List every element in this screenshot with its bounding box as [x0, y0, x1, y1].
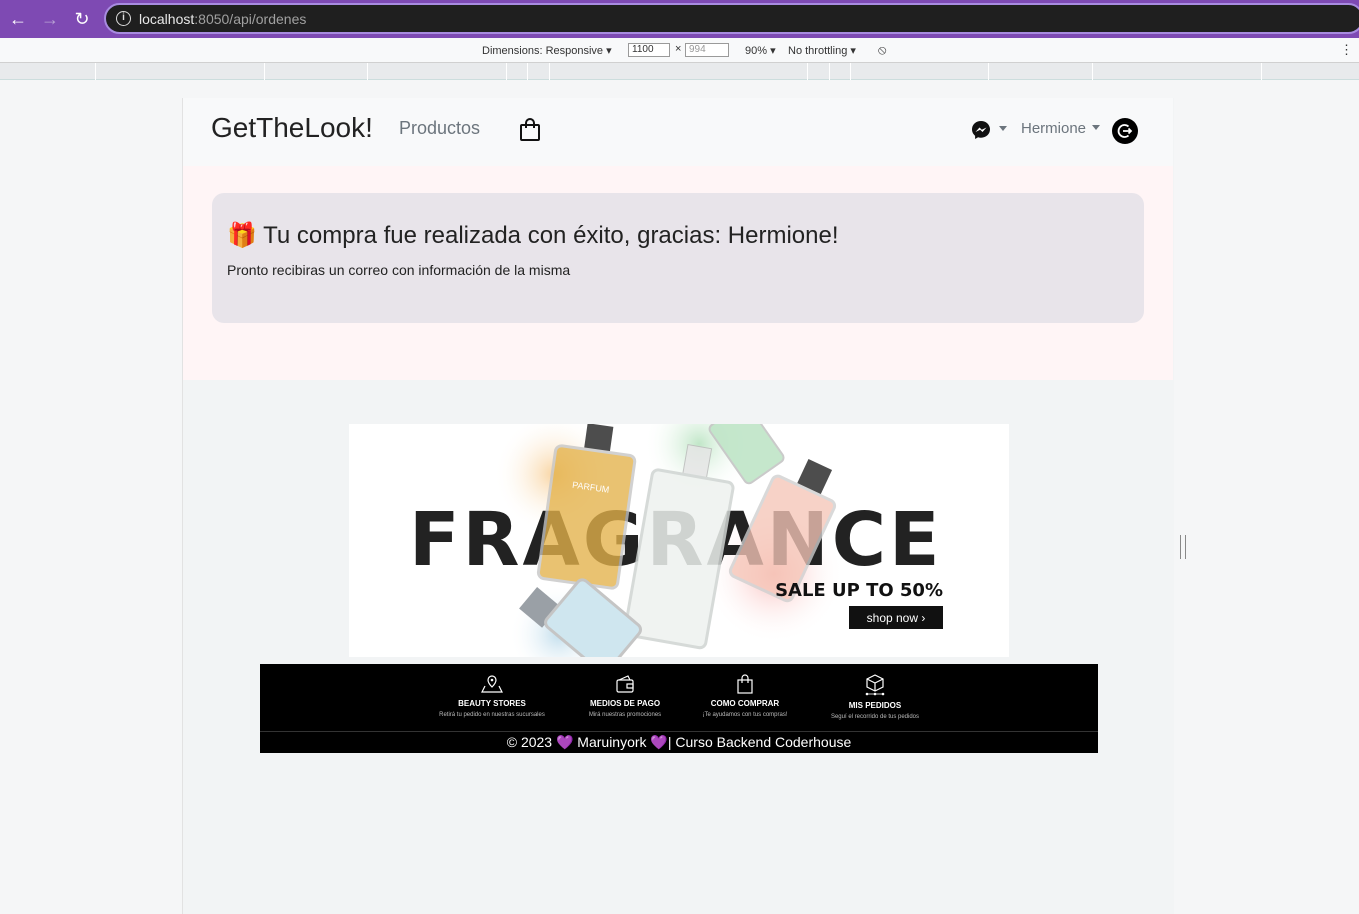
copyright-text: © 2023 💜 Maruinyork 💜| Curso Backend Cod…: [506, 734, 852, 750]
resize-handle[interactable]: [1180, 535, 1186, 559]
throttling-label: No throttling: [788, 45, 848, 57]
reload-icon[interactable]: ↻: [72, 9, 92, 29]
wallet-icon: [616, 675, 634, 693]
shop-now-button[interactable]: shop now ›: [867, 611, 926, 625]
logout-icon[interactable]: [1112, 118, 1138, 144]
fragrance-banner-image: FRAGRANCE PARFUM SALE UP TO 50%: [409, 424, 943, 657]
rotate-icon[interactable]: ⦸: [878, 42, 886, 58]
promo-banner[interactable]: FRAGRANCE PARFUM SALE UP TO 50%: [349, 424, 1009, 657]
url-host: localhost: [139, 11, 195, 27]
alert-title-text: Tu compra fue realizada con éxito, graci…: [263, 222, 839, 249]
times-icon: ×: [675, 43, 682, 55]
feature-mis-pedidos[interactable]: MIS PEDIDOS Seguí el recorrido de tus pe…: [820, 674, 930, 720]
feature-title: BEAUTY STORES: [458, 699, 526, 708]
site-info-icon[interactable]: i: [116, 11, 131, 26]
bag-icon[interactable]: [519, 118, 541, 142]
feature-subtitle: Mirá nuestras promociones: [588, 712, 662, 718]
width-input[interactable]: 1100: [628, 43, 670, 57]
shopping-bag-icon: [737, 674, 753, 694]
address-bar[interactable]: i localhost:8050/api/ordenes: [104, 3, 1359, 34]
feature-subtitle: ¡Te ayudamos con tus compras!: [702, 712, 788, 718]
feature-title: MEDIOS DE PAGO: [589, 699, 661, 708]
device-toolbar: Dimensions: Responsive ▾ 1100 × 994 90% …: [0, 38, 1359, 63]
feature-medios-de-pago[interactable]: MEDIOS DE PAGO Mirá nuestras promociones: [578, 674, 672, 718]
feature-como-comprar[interactable]: COMO COMPRAR ¡Te ayudamos con tus compra…: [692, 674, 798, 718]
success-alert: 🎁 Tu compra fue realizada con éxito, gra…: [212, 193, 1144, 323]
feature-title: COMO COMPRAR: [710, 699, 780, 708]
feature-beauty-stores[interactable]: BEAUTY STORES Retirá tu pedido en nuestr…: [430, 674, 554, 718]
feature-subtitle: Retirá tu pedido en nuestras sucursales: [439, 712, 545, 718]
messenger-dropdown-caret[interactable]: [999, 126, 1007, 131]
user-dropdown[interactable]: Hermione: [1021, 120, 1101, 137]
page: GetTheLook! Productos Hermione 🎁 Tu comp…: [182, 98, 1174, 914]
feature-title: MIS PEDIDOS: [848, 701, 902, 710]
alert-section: 🎁 Tu compra fue realizada con éxito, gra…: [183, 166, 1173, 380]
more-options-icon[interactable]: ⋮: [1340, 42, 1353, 58]
brand-logo[interactable]: GetTheLook!: [211, 112, 373, 144]
gift-icon: 🎁: [227, 222, 257, 249]
media-query-ruler: [0, 63, 1359, 80]
url-text[interactable]: localhost:8050/api/ordenes: [139, 11, 306, 27]
browser-toolbar: ← → ↻ i localhost:8050/api/ordenes: [0, 0, 1359, 38]
store-location-icon: [481, 675, 503, 693]
forward-icon[interactable]: →: [40, 9, 60, 29]
url-path: :8050/api/ordenes: [194, 11, 307, 27]
dimensions-select[interactable]: Dimensions: Responsive ▾: [482, 44, 612, 57]
feature-subtitle: Seguí el recorrido de tus pedidos: [830, 714, 920, 720]
chevron-down-icon: [1092, 125, 1101, 131]
navbar: GetTheLook! Productos Hermione: [183, 98, 1173, 166]
nav-link-productos[interactable]: Productos: [399, 118, 480, 139]
back-icon[interactable]: ←: [8, 9, 28, 29]
user-name: Hermione: [1021, 120, 1087, 137]
banner-sale-text: SALE UP TO 50%: [775, 580, 943, 601]
messenger-icon[interactable]: [971, 120, 991, 140]
zoom-select[interactable]: 90% ▾: [745, 44, 776, 57]
alert-title: 🎁 Tu compra fue realizada con éxito, gra…: [227, 221, 839, 250]
zoom-label: 90%: [745, 45, 768, 57]
dimensions-label: Dimensions: Responsive: [482, 45, 604, 57]
alert-message: Pronto recibiras un correo con informaci…: [227, 262, 571, 278]
throttling-select[interactable]: No throttling ▾: [788, 44, 856, 57]
package-icon: [865, 674, 885, 696]
height-input[interactable]: 994: [685, 43, 729, 57]
footer: BEAUTY STORES Retirá tu pedido en nuestr…: [260, 664, 1098, 753]
